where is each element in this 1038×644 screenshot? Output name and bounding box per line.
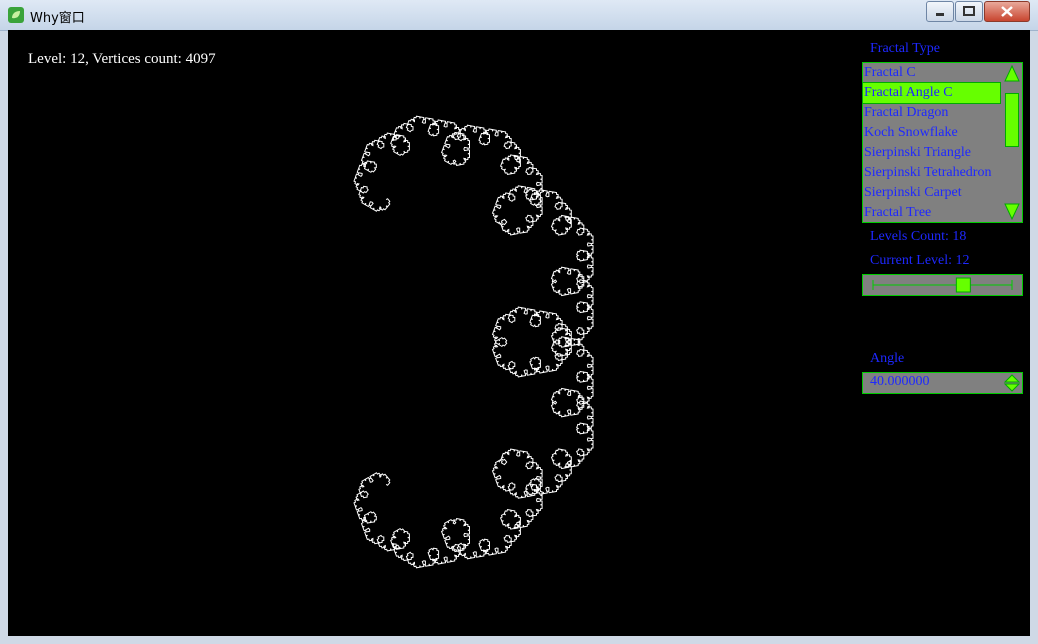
app-icon (8, 7, 24, 23)
minimize-icon (936, 13, 944, 16)
window-title: Why窗口 (30, 11, 85, 26)
fractal-type-list[interactable]: Fractal C Fractal Angle C Fractal Dragon Ko… (862, 62, 1023, 223)
slider-thumb[interactable] (955, 277, 971, 293)
fractal-type-item[interactable]: Fractal C (863, 63, 1000, 83)
current-level-label: Current Level: 12 (870, 253, 970, 268)
fractal-type-label: Fractal Type (870, 41, 940, 56)
maximize-icon (963, 6, 975, 16)
maximize-button[interactable] (955, 1, 983, 22)
fractal-type-item[interactable]: Koch Snowflake (863, 123, 1000, 143)
title-bar[interactable]: Why窗口 (0, 0, 1038, 31)
current-level-slider[interactable] (862, 274, 1023, 296)
fractal-type-item[interactable]: Fractal Dragon (863, 103, 1000, 123)
spin-arrows-icon[interactable] (1002, 373, 1022, 393)
close-button[interactable] (984, 1, 1030, 22)
render-canvas[interactable]: Level: 12, Vertices count: 4097 Fractal … (8, 30, 1030, 636)
angle-value[interactable]: 40.000000 (870, 374, 930, 390)
minimize-button[interactable] (926, 1, 954, 22)
levels-count-label: Levels Count: 18 (870, 229, 967, 244)
fractal-type-item[interactable]: Sierpinski Carpet (863, 183, 1000, 203)
fractal-type-item[interactable]: Sierpinski Tetrahedron (863, 163, 1000, 183)
fractal-type-item[interactable]: Fractal Angle C (862, 82, 1001, 104)
fractal-type-items: Fractal C Fractal Angle C Fractal Dragon Ko… (862, 63, 1022, 223)
scroll-thumb[interactable] (1005, 93, 1019, 147)
fractal-type-item[interactable]: Sierpinski Triangle (863, 143, 1000, 163)
fractal-curve (353, 115, 594, 569)
scroll-down-icon[interactable] (1002, 200, 1022, 222)
scroll-up-icon[interactable] (1002, 63, 1022, 85)
angle-label: Angle (870, 351, 905, 366)
close-icon (1001, 6, 1013, 17)
list-scrollbar[interactable] (1002, 63, 1022, 222)
angle-spinbox[interactable]: 40.000000 (862, 372, 1023, 394)
fractal-type-item[interactable]: Fractal Tree (863, 203, 1000, 223)
